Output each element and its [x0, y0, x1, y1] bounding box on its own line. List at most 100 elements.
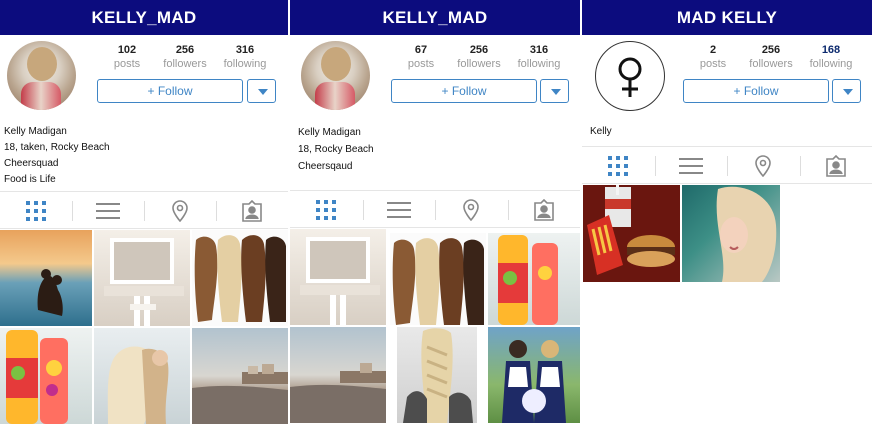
hair-group-photo [392, 238, 484, 325]
bio-line: Kelly Madigan [4, 126, 67, 137]
profile-username-title: MAD KELLY [582, 0, 872, 35]
vanity-mirror-photo [300, 237, 380, 325]
blonde-portrait-photo [716, 186, 777, 282]
posts-stat[interactable]: 67 posts [391, 44, 451, 71]
photo-thumbnail[interactable] [290, 229, 386, 325]
followers-stat[interactable]: 256 followers [741, 44, 801, 71]
following-stat[interactable]: 316 following [215, 44, 275, 71]
profile-panel-2: KELLY_MAD 67 posts 256 followers 316 fol… [290, 0, 580, 429]
grid-view-tab[interactable] [582, 147, 655, 184]
hug-photo [107, 346, 169, 424]
profile-tabs [0, 191, 288, 229]
photo-thumbnail[interactable] [488, 327, 580, 423]
photo-thumbnail[interactable] [682, 185, 780, 282]
profile-avatar[interactable] [595, 41, 665, 111]
following-label: following [517, 58, 561, 70]
follow-button[interactable]: + Follow [683, 79, 829, 103]
posts-stat[interactable]: 2 posts [683, 44, 743, 71]
followers-count: 256 [761, 44, 781, 56]
photo-thumbnail[interactable] [94, 230, 190, 326]
list-view-tab[interactable] [72, 192, 144, 229]
beach-town-photo [192, 364, 288, 424]
fruit-water-bottle-photo [498, 235, 558, 325]
location-pin-icon [463, 198, 480, 221]
bio-line: Kelly Madigan [298, 127, 361, 138]
suggestions-dropdown-button[interactable] [540, 79, 569, 103]
bio-line: Kelly [590, 126, 612, 137]
profile-avatar[interactable] [301, 41, 370, 110]
profile-stats: 102 posts 256 followers 316 following [97, 44, 277, 74]
list-icon [678, 157, 703, 174]
follow-button[interactable]: + Follow [391, 79, 537, 103]
photo-thumbnail[interactable] [0, 328, 92, 424]
profile-bio: Kelly Madigan 18, Rocky Beach Cheersqaud [298, 124, 374, 175]
list-icon [96, 202, 120, 219]
follow-button[interactable]: + Follow [97, 79, 243, 103]
hair-group-photo [194, 235, 286, 322]
following-label: following [809, 58, 853, 70]
posts-count: 102 [117, 44, 137, 56]
location-pin-icon [172, 199, 188, 222]
bio-line: 18, taken, Rocky Beach [4, 142, 110, 153]
photo-thumbnail[interactable] [583, 185, 680, 282]
followers-label: followers [457, 58, 501, 70]
list-icon [386, 201, 411, 218]
list-view-tab[interactable] [655, 147, 728, 184]
posts-stat[interactable]: 102 posts [97, 44, 157, 71]
profile-panel-3: MAD KELLY 2 posts 256 followers 168 foll… [582, 0, 872, 429]
photo-thumbnail[interactable] [390, 233, 486, 325]
photo-thumbnail[interactable] [290, 327, 386, 423]
profile-tabs [582, 146, 872, 184]
grid-icon [608, 155, 629, 176]
following-label: following [223, 58, 267, 70]
vanity-mirror-photo [104, 238, 184, 326]
grid-view-tab[interactable] [290, 191, 363, 228]
photo-thumbnail[interactable] [94, 328, 190, 424]
location-tab[interactable] [144, 192, 216, 229]
photo-thumbnail[interactable] [192, 230, 288, 326]
profile-panel-1: KELLY_MAD 102 posts 256 followers 316 fo… [0, 0, 288, 429]
tagged-person-icon [533, 198, 554, 221]
suggestions-dropdown-button[interactable] [832, 79, 861, 103]
following-stat[interactable]: 316 following [509, 44, 569, 71]
female-symbol-icon [618, 57, 642, 97]
profile-username-title: KELLY_MAD [0, 0, 288, 35]
bio-line: Cheersquad [4, 158, 59, 169]
grid-icon [316, 199, 337, 220]
followers-count: 256 [175, 44, 195, 56]
photo-thumbnail[interactable] [488, 233, 580, 325]
posts-label: posts [407, 58, 435, 70]
photo-thumbnail[interactable] [397, 327, 477, 423]
followers-label: followers [163, 58, 207, 70]
tagged-person-icon [242, 199, 262, 222]
posts-label: posts [113, 58, 141, 70]
location-tab[interactable] [727, 147, 800, 184]
posts-count: 2 [709, 44, 717, 56]
grid-icon [26, 200, 46, 221]
photo-thumbnail[interactable] [0, 230, 92, 326]
followers-stat[interactable]: 256 followers [155, 44, 215, 71]
tagged-person-icon [825, 154, 846, 177]
profile-stats: 67 posts 256 followers 316 following [391, 44, 571, 74]
profile-bio: Kelly Madigan 18, taken, Rocky Beach Che… [4, 124, 110, 188]
photo-thumbnail[interactable] [192, 328, 288, 424]
following-stat[interactable]: 168 following [801, 44, 861, 71]
followers-stat[interactable]: 256 followers [449, 44, 509, 71]
suggestions-dropdown-button[interactable] [247, 79, 276, 103]
profile-username-title: KELLY_MAD [290, 0, 580, 35]
tagged-tab[interactable] [508, 191, 581, 228]
location-pin-icon [755, 154, 772, 177]
list-view-tab[interactable] [363, 191, 436, 228]
followers-label: followers [749, 58, 793, 70]
following-count: 168 [821, 44, 841, 56]
braid-photo [403, 328, 473, 423]
posts-label: posts [699, 58, 727, 70]
profile-tabs [290, 190, 580, 228]
location-tab[interactable] [435, 191, 508, 228]
cheerleaders-photo [502, 340, 566, 423]
grid-view-tab[interactable] [0, 192, 72, 229]
profile-avatar[interactable] [7, 41, 76, 110]
tagged-tab[interactable] [800, 147, 872, 184]
tagged-tab[interactable] [216, 192, 288, 229]
beach-sunset-couple-photo [37, 269, 63, 316]
